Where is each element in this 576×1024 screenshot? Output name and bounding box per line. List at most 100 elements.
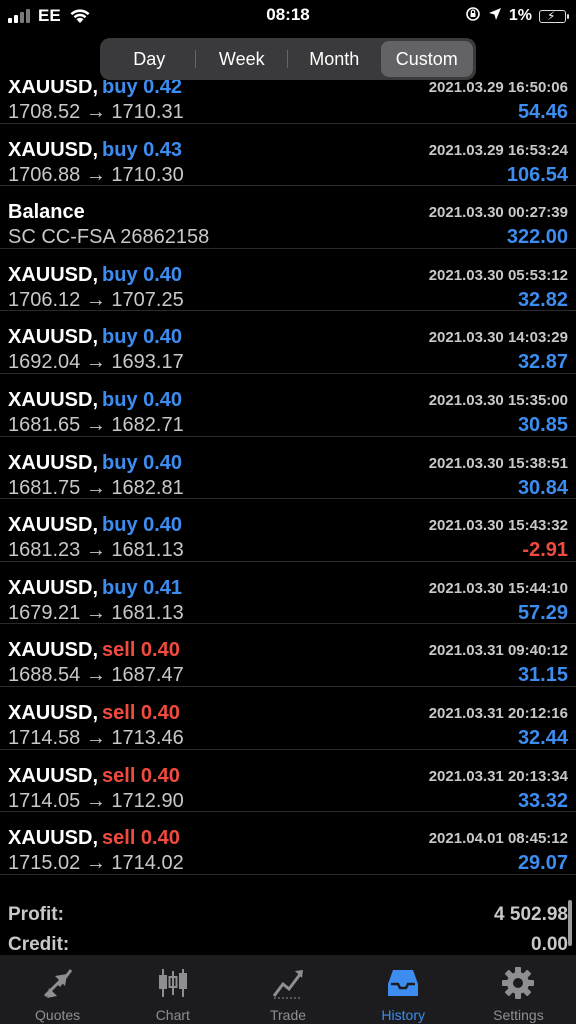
row-side-lots: buy 0.40: [102, 514, 183, 537]
inbox-tray-icon: [385, 965, 421, 1001]
row-symbol: XAUUSD,: [8, 451, 99, 474]
location-arrow-icon: [488, 7, 502, 26]
row-symbol-line: XAUUSD, buy 0.40: [8, 452, 182, 475]
history-row[interactable]: XAUUSD, buy 0.40 1681.23 → 1681.13 2021.03.…: [0, 499, 576, 562]
row-side-lots: sell 0.40: [102, 827, 180, 850]
tab-settings[interactable]: Settings: [461, 955, 576, 1024]
gear-icon: [500, 965, 536, 1001]
row-prices: 1706.88 → 1710.30: [8, 163, 184, 186]
row-side-lots: sell 0.40: [102, 764, 180, 787]
row-profit: 57.29: [517, 601, 568, 624]
tab-chart[interactable]: Chart: [115, 955, 230, 1024]
row-prices: 1706.12 → 1707.25: [8, 288, 184, 311]
history-row[interactable]: XAUUSD, sell 0.40 1714.58 → 1713.46 2021.03…: [0, 687, 576, 750]
row-prices: 1708.52 → 1710.31: [8, 101, 184, 123]
row-prices: 1692.04 → 1693.17: [8, 351, 184, 374]
tab-day[interactable]: Day: [103, 41, 196, 77]
orientation-lock-icon: [465, 6, 481, 27]
row-side-lots: buy 0.40: [102, 451, 183, 474]
row-symbol-line: XAUUSD, buy 0.40: [8, 264, 182, 287]
row-profit: 30.84: [517, 476, 568, 499]
profit-summary: Profit: 4 502.98: [8, 904, 568, 926]
history-row[interactable]: XAUUSD, sell 0.40 1714.05 → 1712.90 2021.03…: [0, 750, 576, 813]
history-row[interactable]: XAUUSD, buy 0.41 1679.21 → 1681.13 2021.03.…: [0, 562, 576, 625]
row-symbol-line: XAUUSD, sell 0.40: [8, 639, 180, 662]
row-symbol-line: XAUUSD, buy 0.41: [8, 577, 182, 600]
row-side-lots: buy 0.42: [102, 80, 183, 98]
row-datetime: 2021.03.30 00:27:39: [428, 204, 568, 222]
row-datetime: 2021.03.30 15:38:51: [428, 454, 568, 472]
row-prices: 1681.23 → 1681.13: [8, 539, 184, 562]
history-row[interactable]: Balance SC CC-FSA 26862158 2021.03.30 00:2…: [0, 186, 576, 249]
row-profit: 106.54: [506, 163, 568, 186]
row-side-lots: buy 0.40: [102, 326, 183, 349]
row-symbol: XAUUSD,: [8, 576, 99, 599]
period-segmented-control: Day Week Month Custom: [100, 38, 476, 80]
row-symbol: XAUUSD,: [8, 263, 99, 286]
row-datetime: 2021.04.01 08:45:12: [428, 830, 568, 848]
row-datetime: 2021.03.30 15:35:00: [428, 391, 568, 409]
tab-custom[interactable]: Custom: [380, 41, 473, 77]
row-datetime: 2021.03.30 15:44:10: [428, 579, 568, 597]
row-profit: 32.44: [517, 726, 568, 749]
row-symbol: XAUUSD,: [8, 827, 99, 850]
row-profit: 33.32: [517, 789, 568, 812]
history-row[interactable]: XAUUSD, buy 0.42 1708.52 → 1710.31 2021.03.…: [0, 80, 576, 124]
history-list[interactable]: XAUUSD, buy 0.42 1708.52 → 1710.31 2021.03.…: [0, 80, 576, 894]
status-bar: EE 08:18 1% ⚡: [0, 0, 576, 32]
tab-week[interactable]: Week: [196, 41, 289, 77]
row-symbol-line: XAUUSD, sell 0.40: [8, 827, 180, 850]
history-row[interactable]: XAUUSD, buy 0.40 1681.65 → 1682.71 2021.03.…: [0, 374, 576, 437]
profit-label: Profit:: [8, 904, 64, 925]
row-symbol-line: XAUUSD, buy 0.40: [8, 326, 182, 349]
row-prices: 1681.65 → 1682.71: [8, 413, 184, 436]
candlestick-chart-icon: [155, 965, 191, 1001]
row-datetime: 2021.03.30 05:53:12: [428, 266, 568, 284]
row-symbol: Balance: [8, 201, 85, 224]
bottom-tab-bar: Quotes Chart Trade History Settings: [0, 955, 576, 1024]
row-side-lots: buy 0.40: [102, 388, 183, 411]
row-symbol: XAUUSD,: [8, 388, 99, 411]
row-symbol-line: XAUUSD, buy 0.43: [8, 139, 182, 162]
row-side-lots: buy 0.40: [102, 263, 183, 286]
history-row[interactable]: XAUUSD, buy 0.40 1692.04 → 1693.17 2021.03.…: [0, 311, 576, 374]
history-row[interactable]: XAUUSD, buy 0.40 1706.12 → 1707.25 2021.03.…: [0, 249, 576, 312]
history-row[interactable]: XAUUSD, buy 0.43 1706.88 → 1710.30 2021.03.…: [0, 124, 576, 187]
history-row[interactable]: XAUUSD, sell 0.40 1688.54 → 1687.47 2021.03…: [0, 624, 576, 687]
row-side-lots: buy 0.41: [102, 576, 183, 599]
row-symbol: XAUUSD,: [8, 326, 99, 349]
row-datetime: 2021.03.31 09:40:12: [428, 642, 568, 660]
tab-month[interactable]: Month: [288, 41, 381, 77]
scroll-indicator[interactable]: [568, 900, 572, 946]
credit-label: Credit:: [8, 934, 70, 955]
row-symbol: XAUUSD,: [8, 80, 99, 98]
row-symbol-line: Balance: [8, 201, 85, 224]
row-profit: 29.07: [517, 852, 568, 875]
row-symbol-line: XAUUSD, buy 0.42: [8, 80, 182, 99]
row-datetime: 2021.03.31 20:12:16: [428, 704, 568, 722]
row-profit: 30.85: [517, 413, 568, 436]
battery-percent: 1%: [508, 7, 532, 24]
history-row[interactable]: XAUUSD, sell 0.40 1715.02 → 1714.02 2021.04…: [0, 812, 576, 875]
row-symbol-line: XAUUSD, sell 0.40: [8, 702, 180, 725]
quotes-arrows-icon: [40, 965, 76, 1001]
tab-chart-label: Chart: [155, 1007, 190, 1023]
row-datetime: 2021.03.29 16:50:06: [428, 80, 568, 96]
tab-trade[interactable]: Trade: [230, 955, 345, 1024]
row-symbol-line: XAUUSD, sell 0.40: [8, 765, 180, 788]
tab-quotes[interactable]: Quotes: [0, 955, 115, 1024]
history-list-content: XAUUSD, buy 0.42 1708.52 → 1710.31 2021.03.…: [0, 80, 576, 875]
row-prices: 1688.54 → 1687.47: [8, 664, 184, 687]
row-prices: SC CC-FSA 26862158: [8, 226, 210, 249]
history-summary: Profit: 4 502.98 Credit: 0.00: [0, 897, 576, 957]
tab-quotes-label: Quotes: [35, 1007, 81, 1023]
row-profit: 322.00: [506, 226, 568, 249]
row-symbol-line: XAUUSD, buy 0.40: [8, 514, 182, 537]
tab-history[interactable]: History: [346, 955, 461, 1024]
row-profit: 32.87: [517, 351, 568, 374]
row-profit: 32.82: [517, 288, 568, 311]
row-prices: 1714.05 → 1712.90: [8, 789, 184, 812]
row-symbol: XAUUSD,: [8, 138, 99, 161]
row-prices: 1715.02 → 1714.02: [8, 852, 184, 875]
history-row[interactable]: XAUUSD, buy 0.40 1681.75 → 1682.81 2021.03.…: [0, 437, 576, 500]
